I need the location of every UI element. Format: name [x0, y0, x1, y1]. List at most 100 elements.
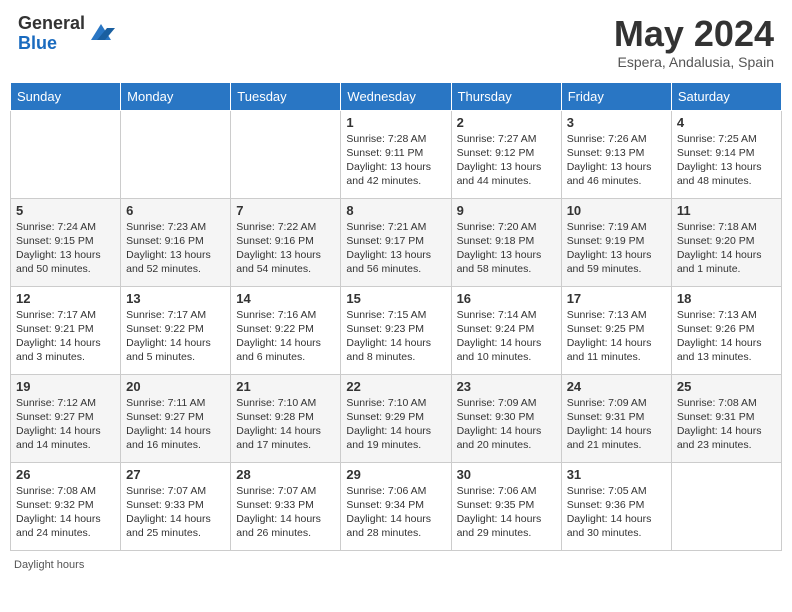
calendar-cell: 12 Sunrise: 7:17 AMSunset: 9:21 PMDayligh…: [11, 286, 121, 374]
day-info: Sunrise: 7:16 AMSunset: 9:22 PMDaylight:…: [236, 308, 335, 365]
calendar-table: SundayMondayTuesdayWednesdayThursdayFrid…: [10, 82, 782, 551]
footer-text: Daylight hours: [14, 559, 84, 571]
day-info: Sunrise: 7:27 AMSunset: 9:12 PMDaylight:…: [457, 132, 556, 189]
title-block: May 2024 Espera, Andalusia, Spain: [614, 14, 774, 70]
calendar-cell: 14Sunrise: 7:16 AMSunset: 9:22 PMDayligh…: [231, 286, 341, 374]
footer: Daylight hours: [10, 559, 782, 571]
calendar-cell: [671, 462, 781, 550]
day-info: Sunrise: 7:08 AMSunset: 9:32 PMDaylight:…: [16, 484, 115, 541]
day-info: Sunrise: 7:11 AMSunset: 9:27 PMDaylight:…: [126, 396, 225, 453]
calendar-header-cell: Wednesday: [341, 82, 451, 110]
day-number: 24: [567, 379, 666, 394]
logo-text: General Blue: [18, 14, 85, 54]
day-number: 23: [457, 379, 556, 394]
day-number: 16: [457, 291, 556, 306]
day-info: Sunrise: 7:08 AMSunset: 9:31 PMDaylight:…: [677, 396, 776, 453]
calendar-cell: 22 Sunrise: 7:10 AMSunset: 9:29 PMDayligh…: [341, 374, 451, 462]
day-number: 9: [457, 203, 556, 218]
calendar-cell: 8Sunrise: 7:21 AMSunset: 9:17 PMDaylight…: [341, 198, 451, 286]
calendar-cell: 3 Sunrise: 7:26 AMSunset: 9:13 PMDaylight…: [561, 110, 671, 198]
day-info: Sunrise: 7:18 AMSunset: 9:20 PMDaylight:…: [677, 220, 776, 277]
day-info: Sunrise: 7:07 AMSunset: 9:33 PMDaylight:…: [236, 484, 335, 541]
day-number: 29: [346, 467, 445, 482]
calendar-cell: [11, 110, 121, 198]
day-info: Sunrise: 7:20 AMSunset: 9:18 PMDaylight:…: [457, 220, 556, 277]
calendar-cell: 7Sunrise: 7:22 AMSunset: 9:16 PMDaylight…: [231, 198, 341, 286]
day-info: Sunrise: 7:24 AMSunset: 9:15 PMDaylight:…: [16, 220, 115, 277]
calendar-cell: [231, 110, 341, 198]
calendar-cell: 9 Sunrise: 7:20 AMSunset: 9:18 PMDaylight…: [451, 198, 561, 286]
day-info: Sunrise: 7:09 AMSunset: 9:31 PMDaylight:…: [567, 396, 666, 453]
month-title: May 2024: [614, 14, 774, 54]
calendar-cell: 28 Sunrise: 7:07 AMSunset: 9:33 PMDayligh…: [231, 462, 341, 550]
day-info: Sunrise: 7:19 AMSunset: 9:19 PMDaylight:…: [567, 220, 666, 277]
day-number: 30: [457, 467, 556, 482]
calendar-cell: 17Sunrise: 7:13 AMSunset: 9:25 PMDayligh…: [561, 286, 671, 374]
day-info: Sunrise: 7:05 AMSunset: 9:36 PMDaylight:…: [567, 484, 666, 541]
day-info: Sunrise: 7:26 AMSunset: 9:13 PMDaylight:…: [567, 132, 666, 189]
calendar-header-cell: Friday: [561, 82, 671, 110]
calendar-cell: 26 Sunrise: 7:08 AMSunset: 9:32 PMDayligh…: [11, 462, 121, 550]
day-number: 28: [236, 467, 335, 482]
calendar-cell: 29 Sunrise: 7:06 AMSunset: 9:34 PMDayligh…: [341, 462, 451, 550]
day-info: Sunrise: 7:21 AMSunset: 9:17 PMDaylight:…: [346, 220, 445, 277]
calendar-week-row: 19Sunrise: 7:12 AMSunset: 9:27 PMDayligh…: [11, 374, 782, 462]
day-number: 31: [567, 467, 666, 482]
calendar-week-row: 26 Sunrise: 7:08 AMSunset: 9:32 PMDayligh…: [11, 462, 782, 550]
day-number: 3: [567, 115, 666, 130]
day-info: Sunrise: 7:10 AMSunset: 9:28 PMDaylight:…: [236, 396, 335, 453]
day-number: 17: [567, 291, 666, 306]
calendar-cell: 13Sunrise: 7:17 AMSunset: 9:22 PMDayligh…: [121, 286, 231, 374]
day-number: 2: [457, 115, 556, 130]
calendar-cell: 21 Sunrise: 7:10 AMSunset: 9:28 PMDayligh…: [231, 374, 341, 462]
calendar-week-row: 1Sunrise: 7:28 AMSunset: 9:11 PMDaylight…: [11, 110, 782, 198]
calendar-cell: 20Sunrise: 7:11 AMSunset: 9:27 PMDayligh…: [121, 374, 231, 462]
day-info: Sunrise: 7:07 AMSunset: 9:33 PMDaylight:…: [126, 484, 225, 541]
calendar-cell: 11 Sunrise: 7:18 AMSunset: 9:20 PMDayligh…: [671, 198, 781, 286]
day-info: Sunrise: 7:22 AMSunset: 9:16 PMDaylight:…: [236, 220, 335, 277]
calendar-header-cell: Sunday: [11, 82, 121, 110]
calendar-cell: 23 Sunrise: 7:09 AMSunset: 9:30 PMDayligh…: [451, 374, 561, 462]
calendar-week-row: 5Sunrise: 7:24 AMSunset: 9:15 PMDaylight…: [11, 198, 782, 286]
logo-icon: [87, 20, 115, 48]
calendar-header-cell: Tuesday: [231, 82, 341, 110]
calendar-cell: 18 Sunrise: 7:13 AMSunset: 9:26 PMDayligh…: [671, 286, 781, 374]
day-number: 19: [16, 379, 115, 394]
day-number: 12: [16, 291, 115, 306]
day-info: Sunrise: 7:14 AMSunset: 9:24 PMDaylight:…: [457, 308, 556, 365]
day-number: 6: [126, 203, 225, 218]
day-number: 22: [346, 379, 445, 394]
day-info: Sunrise: 7:13 AMSunset: 9:26 PMDaylight:…: [677, 308, 776, 365]
calendar-cell: 19Sunrise: 7:12 AMSunset: 9:27 PMDayligh…: [11, 374, 121, 462]
day-number: 25: [677, 379, 776, 394]
calendar-body: 1Sunrise: 7:28 AMSunset: 9:11 PMDaylight…: [11, 110, 782, 550]
day-number: 26: [16, 467, 115, 482]
logo: General Blue: [18, 14, 115, 54]
calendar-header-row: SundayMondayTuesdayWednesdayThursdayFrid…: [11, 82, 782, 110]
calendar-header-cell: Saturday: [671, 82, 781, 110]
day-info: Sunrise: 7:25 AMSunset: 9:14 PMDaylight:…: [677, 132, 776, 189]
day-info: Sunrise: 7:09 AMSunset: 9:30 PMDaylight:…: [457, 396, 556, 453]
day-number: 18: [677, 291, 776, 306]
day-info: Sunrise: 7:10 AMSunset: 9:29 PMDaylight:…: [346, 396, 445, 453]
calendar-cell: 25 Sunrise: 7:08 AMSunset: 9:31 PMDayligh…: [671, 374, 781, 462]
day-number: 4: [677, 115, 776, 130]
day-info: Sunrise: 7:06 AMSunset: 9:35 PMDaylight:…: [457, 484, 556, 541]
day-info: Sunrise: 7:06 AMSunset: 9:34 PMDaylight:…: [346, 484, 445, 541]
day-number: 27: [126, 467, 225, 482]
day-info: Sunrise: 7:23 AMSunset: 9:16 PMDaylight:…: [126, 220, 225, 277]
day-number: 11: [677, 203, 776, 218]
day-number: 10: [567, 203, 666, 218]
calendar-header-cell: Thursday: [451, 82, 561, 110]
day-number: 13: [126, 291, 225, 306]
calendar-cell: 27 Sunrise: 7:07 AMSunset: 9:33 PMDayligh…: [121, 462, 231, 550]
day-number: 21: [236, 379, 335, 394]
calendar-cell: 15 Sunrise: 7:15 AMSunset: 9:23 PMDayligh…: [341, 286, 451, 374]
calendar-cell: [121, 110, 231, 198]
calendar-cell: 24 Sunrise: 7:09 AMSunset: 9:31 PMDayligh…: [561, 374, 671, 462]
day-info: Sunrise: 7:15 AMSunset: 9:23 PMDaylight:…: [346, 308, 445, 365]
day-info: Sunrise: 7:17 AMSunset: 9:21 PMDaylight:…: [16, 308, 115, 365]
day-number: 1: [346, 115, 445, 130]
calendar-cell: 6 Sunrise: 7:23 AMSunset: 9:16 PMDaylight…: [121, 198, 231, 286]
day-number: 15: [346, 291, 445, 306]
